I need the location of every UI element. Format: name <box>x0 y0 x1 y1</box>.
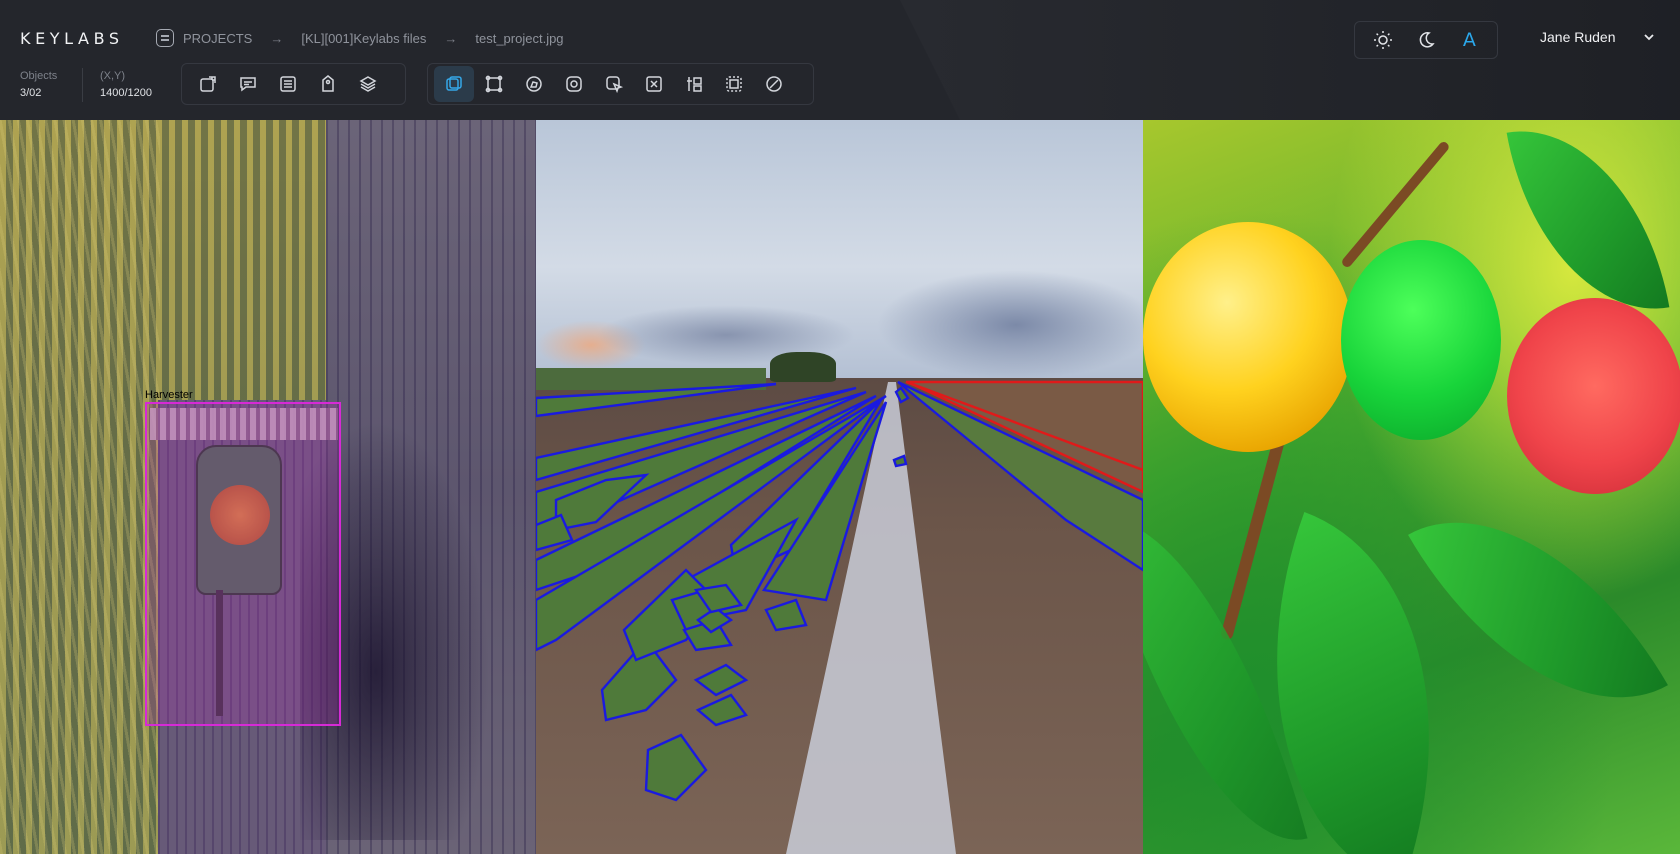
segment-tool[interactable] <box>554 66 594 102</box>
sun-icon <box>1373 31 1392 49</box>
points-box-tool[interactable] <box>474 66 514 102</box>
objects-label: Objects <box>20 70 58 82</box>
objects-value: 3/02 <box>20 87 42 99</box>
image-peaches[interactable] <box>1143 120 1680 854</box>
light-theme-button[interactable] <box>1366 25 1400 55</box>
user-name: Jane Ruden <box>1540 29 1616 45</box>
row-polygon[interactable] <box>695 693 748 727</box>
tracking-icon <box>687 77 702 92</box>
divider <box>82 68 83 102</box>
auto-theme-icon: A <box>1462 29 1476 51</box>
segment-icon <box>566 76 582 92</box>
no-entry-icon <box>766 76 782 92</box>
new-object-icon <box>200 76 216 92</box>
grid-select-icon <box>726 76 742 92</box>
row-polygon[interactable] <box>693 663 749 697</box>
coords-stat: (X,Y) 1400/1200 <box>100 68 152 102</box>
annotation-canvas[interactable]: Harvester <box>0 120 1680 854</box>
grid-select-tool[interactable] <box>714 66 754 102</box>
coords-value: 1400/1200 <box>100 87 152 99</box>
comment-button[interactable] <box>228 66 268 102</box>
comment-icon <box>240 77 256 92</box>
new-object-button[interactable] <box>188 66 228 102</box>
header-sheen <box>900 0 1680 120</box>
theme-switch: A <box>1354 21 1498 59</box>
moon-icon <box>1419 32 1435 48</box>
objects-stat: Objects 3/02 <box>20 68 57 102</box>
text-box-icon <box>646 76 662 92</box>
user-menu[interactable]: Jane Ruden <box>1540 29 1656 45</box>
bbox-label: Harvester <box>145 389 193 401</box>
coords-label: (X,Y) <box>100 70 126 82</box>
polygon-tool[interactable] <box>514 66 554 102</box>
tag-icon <box>322 75 334 92</box>
tracking-tool[interactable] <box>674 66 714 102</box>
breadcrumb: PROJECTS → [KL][001]Keylabs files → test… <box>156 28 564 48</box>
bounding-box-icon <box>446 76 462 91</box>
cursor-select-tool[interactable] <box>594 66 634 102</box>
image-aerial-harvest[interactable]: Harvester <box>0 120 536 854</box>
points-box-icon <box>485 75 503 93</box>
red-peach <box>1507 298 1680 494</box>
bounding-box-tool[interactable] <box>434 66 474 102</box>
row-polygon[interactable] <box>764 598 808 632</box>
leaf <box>1408 459 1668 761</box>
row-polygon[interactable] <box>536 382 777 418</box>
breadcrumb-folder[interactable]: [KL][001]Keylabs files <box>301 31 426 46</box>
layers-icon <box>359 76 377 92</box>
no-entry-tool[interactable] <box>754 66 794 102</box>
yellow-peach <box>1143 222 1353 452</box>
wheat-texture <box>0 120 160 854</box>
breadcrumb-file[interactable]: test_project.jpg <box>475 31 563 46</box>
cursor-select-icon <box>606 76 624 94</box>
row-polygon[interactable] <box>644 733 708 802</box>
polygon-icon <box>526 76 542 92</box>
projects-icon[interactable] <box>156 29 174 47</box>
layers-button[interactable] <box>348 66 388 102</box>
tag-button[interactable] <box>308 66 348 102</box>
bounding-box-harvester[interactable] <box>145 402 341 726</box>
object-tools <box>181 63 406 105</box>
polygon-overlay <box>536 380 1143 854</box>
breadcrumb-projects[interactable]: PROJECTS <box>183 31 252 46</box>
green-peach <box>1341 240 1501 440</box>
annotation-tools <box>427 63 814 105</box>
text-box-tool[interactable] <box>634 66 674 102</box>
logo[interactable]: KEYLABS <box>20 29 124 48</box>
chevron-down-icon <box>1643 34 1654 41</box>
list-icon <box>280 76 296 92</box>
auto-theme-button[interactable]: A <box>1452 25 1486 55</box>
list-button[interactable] <box>268 66 308 102</box>
image-crop-rows[interactable] <box>536 120 1143 854</box>
breadcrumb-arrow-icon: → <box>444 30 458 46</box>
breadcrumb-arrow-icon: → <box>270 30 284 46</box>
dark-theme-button[interactable] <box>1409 25 1443 55</box>
top-bar: KEYLABS PROJECTS → [KL][001]Keylabs file… <box>0 0 1680 120</box>
